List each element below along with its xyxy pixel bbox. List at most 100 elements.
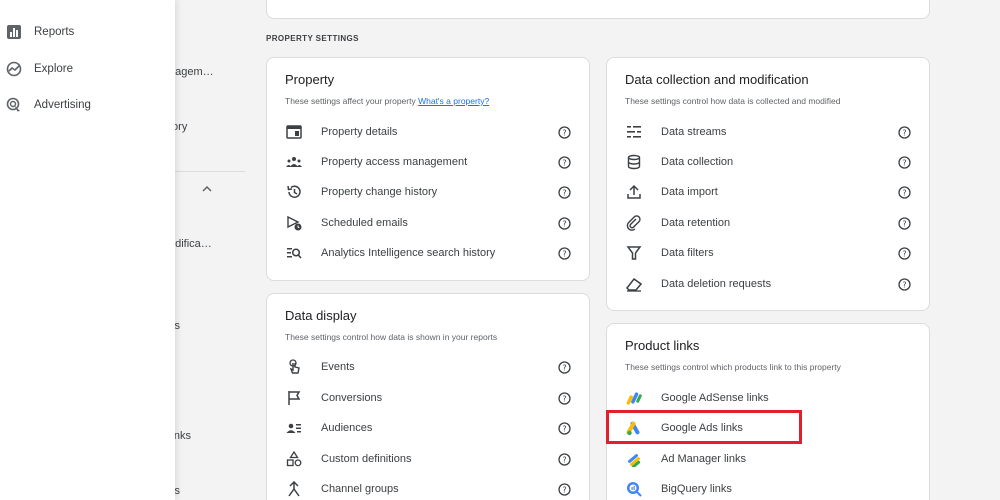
help-icon[interactable]: ?	[898, 216, 911, 230]
advertising-icon	[6, 97, 20, 112]
svg-text:?: ?	[902, 249, 906, 258]
nav-item-reports[interactable]: Reports	[0, 17, 175, 47]
settings-row-data-collection[interactable]: Data collection ?	[607, 149, 931, 175]
settings-row-adsense-links[interactable]: Google AdSense links	[607, 385, 931, 411]
bigquery-icon	[627, 482, 642, 497]
people-icon	[286, 157, 302, 167]
card-description: These settings control how data is colle…	[625, 96, 841, 106]
row-label: Audiences	[321, 422, 373, 434]
settings-row-channel-groups[interactable]: Channel groups ?	[267, 476, 591, 500]
settings-nav-item[interactable]: ks	[175, 485, 180, 497]
bar-chart-icon	[7, 25, 21, 39]
section-label: PROPERTY SETTINGS	[266, 34, 359, 43]
help-icon[interactable]: ?	[558, 452, 571, 466]
settings-row-events[interactable]: Events ?	[267, 354, 591, 380]
nav-item-explore[interactable]: Explore	[0, 54, 175, 84]
card-description: These settings control which products li…	[625, 362, 841, 372]
divider	[175, 171, 245, 172]
settings-nav-item[interactable]: nagem…	[175, 66, 214, 78]
card-description: These settings control how data is shown…	[285, 332, 498, 342]
row-label: Data filters	[661, 247, 714, 259]
svg-text:?: ?	[902, 219, 906, 228]
svg-text:?: ?	[902, 280, 906, 289]
svg-text:?: ?	[562, 485, 566, 494]
row-label: Analytics Intelligence search history	[321, 247, 496, 259]
settings-row-property-change-history[interactable]: Property change history ?	[267, 179, 591, 205]
audience-icon	[286, 423, 301, 433]
help-icon[interactable]: ?	[898, 246, 911, 260]
svg-text:?: ?	[562, 424, 566, 433]
channel-groups-icon	[288, 481, 300, 497]
svg-text:?: ?	[562, 158, 566, 167]
help-icon[interactable]: ?	[898, 185, 911, 199]
card-title: Data display	[285, 308, 357, 323]
settings-row-property-details[interactable]: Property details ?	[267, 119, 591, 145]
card-description: These settings affect your property What…	[285, 96, 489, 106]
settings-row-data-retention[interactable]: Data retention ?	[607, 210, 931, 236]
row-label: Events	[321, 361, 355, 373]
history-icon	[287, 185, 301, 198]
shapes-icon	[286, 451, 302, 467]
settings-nav-item[interactable]: odifica…	[175, 238, 212, 250]
nav-item-advertising[interactable]: Advertising	[0, 90, 175, 120]
row-label: Data collection	[661, 156, 734, 168]
row-label: Google AdSense links	[661, 392, 769, 404]
help-icon[interactable]: ?	[558, 216, 571, 230]
adsense-icon	[626, 392, 642, 405]
settings-row-data-filters[interactable]: Data filters ?	[607, 240, 931, 266]
row-label: Property change history	[321, 186, 438, 198]
settings-row-search-history[interactable]: Analytics Intelligence search history ?	[267, 240, 591, 266]
nav-item-label: Explore	[34, 63, 73, 75]
database-icon	[627, 154, 641, 170]
row-label: Scheduled emails	[321, 217, 408, 229]
row-label: Property details	[321, 126, 398, 138]
row-label: Ad Manager links	[661, 453, 746, 465]
settings-row-scheduled-emails[interactable]: Scheduled emails ?	[267, 210, 591, 236]
explore-icon	[6, 61, 22, 77]
row-label: Channel groups	[321, 483, 399, 495]
settings-row-ad-manager-links[interactable]: Ad Manager links	[607, 446, 931, 472]
flag-icon	[288, 391, 301, 405]
settings-nav-background: nagem… tory odifica… ks links ks	[175, 0, 245, 500]
property-details-icon	[286, 125, 302, 139]
settings-row-bigquery-links[interactable]: BigQuery links	[607, 476, 931, 500]
help-icon[interactable]: ?	[898, 155, 911, 169]
settings-row-audiences[interactable]: Audiences ?	[267, 415, 591, 441]
settings-row-data-import[interactable]: Data import ?	[607, 179, 931, 205]
eraser-icon	[626, 277, 642, 292]
row-label: Data import	[661, 186, 718, 198]
help-icon[interactable]: ?	[558, 155, 571, 169]
settings-row-data-streams[interactable]: Data streams ?	[607, 119, 931, 145]
nav-item-label: Advertising	[34, 99, 91, 111]
scheduled-email-icon	[287, 215, 302, 231]
help-icon[interactable]: ?	[558, 391, 571, 405]
settings-row-custom-definitions[interactable]: Custom definitions ?	[267, 446, 591, 472]
help-icon[interactable]: ?	[558, 185, 571, 199]
settings-nav-item[interactable]: ks	[175, 320, 180, 332]
home-icon[interactable]	[6, 0, 20, 4]
nav-item-label: Reports	[34, 26, 75, 38]
settings-row-data-deletion-requests[interactable]: Data deletion requests ?	[607, 271, 931, 297]
help-icon[interactable]: ?	[558, 482, 571, 496]
highlight-box	[606, 410, 802, 444]
filter-icon	[626, 246, 642, 260]
chevron-up-icon[interactable]	[202, 184, 212, 194]
help-icon[interactable]: ?	[558, 246, 571, 260]
svg-text:?: ?	[562, 188, 566, 197]
help-icon[interactable]: ?	[558, 360, 571, 374]
help-icon[interactable]: ?	[898, 277, 911, 291]
property-card: Property These settings affect your prop…	[266, 57, 590, 281]
help-icon[interactable]: ?	[898, 125, 911, 139]
row-label: Conversions	[321, 392, 383, 404]
whats-a-property-link[interactable]: What's a property?	[418, 96, 489, 106]
settings-nav-item[interactable]: links	[175, 430, 191, 442]
help-icon[interactable]: ?	[558, 125, 571, 139]
settings-row-conversions[interactable]: Conversions ?	[267, 385, 591, 411]
settings-row-property-access[interactable]: Property access management ?	[267, 149, 591, 175]
svg-text:?: ?	[562, 219, 566, 228]
help-icon[interactable]: ?	[558, 421, 571, 435]
svg-text:?: ?	[562, 363, 566, 372]
nav-drawer: Reports Explore Advertising	[0, 0, 175, 500]
svg-text:?: ?	[562, 455, 566, 464]
settings-nav-item[interactable]: tory	[175, 121, 187, 133]
